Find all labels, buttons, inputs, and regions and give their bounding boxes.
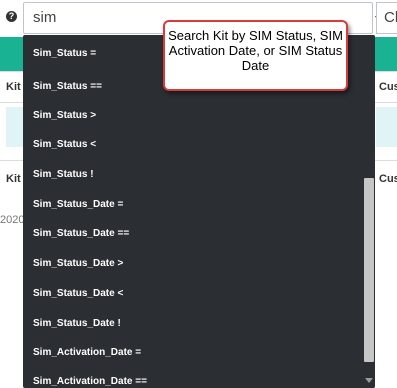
row-label-customer: Cus [379, 173, 397, 185]
dropdown-option[interactable]: Sim_Status ! [33, 169, 94, 180]
scrollbar-thumb[interactable] [364, 178, 374, 362]
dropdown-option[interactable]: Sim_Activation_Date == [33, 376, 147, 387]
dropdown-option[interactable]: Sim_Status_Date == [33, 228, 129, 239]
help-icon[interactable]: ? [6, 11, 17, 22]
dropdown-option[interactable]: Sim_Status > [33, 110, 96, 121]
annotation-callout: Search Kit by SIM Status, SIM Activation… [163, 20, 348, 91]
dropdown-option[interactable]: Sim_Status_Date ! [33, 318, 121, 329]
dropdown-option[interactable]: Sim_Status = [33, 48, 96, 59]
column-header-kit: Kit [6, 81, 21, 93]
dropdown-option[interactable]: Sim_Activation_Date = [33, 347, 141, 358]
highlight-row-left [6, 107, 24, 147]
highlight-row-right [376, 107, 397, 147]
scroll-down-icon[interactable] [365, 378, 373, 383]
search-input-value: sim [33, 9, 57, 26]
dropdown-option[interactable]: Sim_Status_Date = [33, 199, 123, 210]
secondary-field-text: Cl [384, 9, 397, 26]
dropdown-option[interactable]: Sim_Status == [33, 81, 102, 92]
secondary-field[interactable]: Cl [376, 2, 397, 34]
dropdown-option[interactable]: Sim_Status_Date < [33, 288, 123, 299]
dropdown-option[interactable]: Sim_Status_Date > [33, 258, 123, 269]
column-header-customer: Cus [379, 81, 397, 93]
date-fragment: 2020 [0, 214, 25, 226]
row-label-kit: Kit [6, 173, 21, 185]
dropdown-option[interactable]: Sim_Status < [33, 139, 96, 150]
